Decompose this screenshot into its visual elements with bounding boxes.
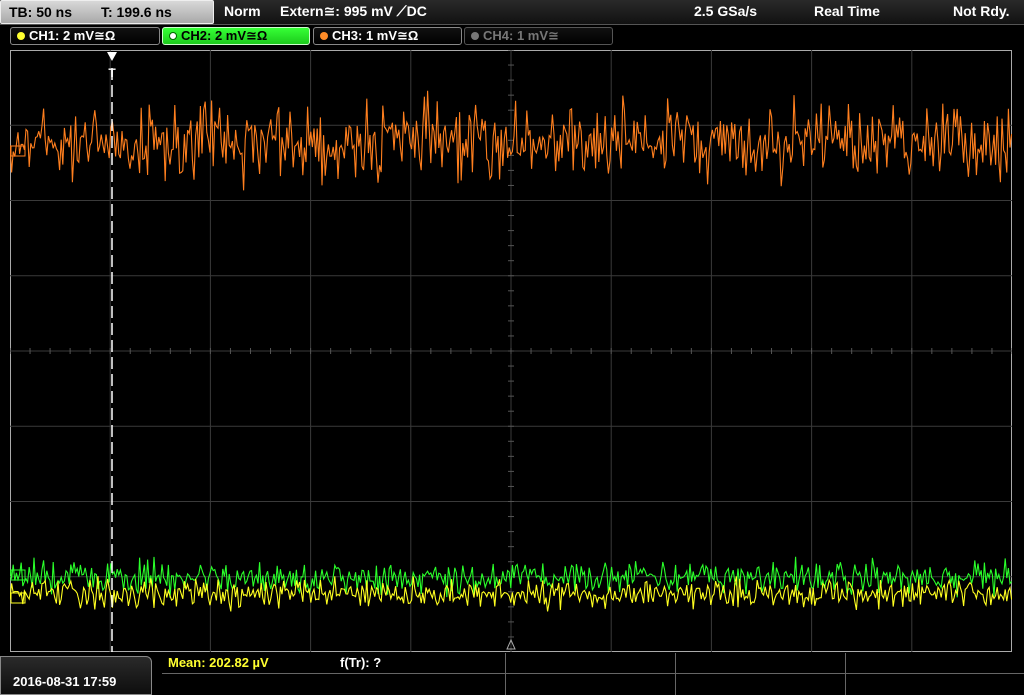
ch2-dot-icon	[169, 32, 177, 40]
tab-ch4-label: CH4: 1 mV≅	[483, 28, 559, 43]
waveform-canvas: T	[10, 50, 1012, 652]
trigger-source[interactable]: Extern≅: 995 mV ⟋DC	[280, 3, 427, 20]
status-bar: TB: 50 ns T: 199.6 ns Norm Extern≅: 995 …	[0, 0, 1024, 25]
acquisition-mode: Real Time	[814, 3, 880, 19]
tab-ch3-label: CH3: 1 mV≅Ω	[332, 28, 419, 43]
trigger-time-value: T: 199.6 ns	[101, 4, 172, 20]
trigger-label: T	[108, 66, 116, 80]
tab-ch1[interactable]: CH1: 2 mV≅Ω	[10, 27, 160, 45]
tab-ch2-label: CH2: 2 mV≅Ω	[181, 28, 268, 43]
timebase-value: TB: 50 ns	[9, 4, 73, 20]
datetime-box: 2016-08-31 17:59	[0, 656, 152, 695]
freq-measurement[interactable]: f(Tr): ?	[340, 655, 381, 670]
measurement-bar: Mean: 202.82 µV f(Tr): ?	[162, 653, 1024, 695]
trigger-arrow-icon[interactable]	[107, 52, 117, 61]
ch3-dot-icon	[320, 32, 328, 40]
tab-ch3[interactable]: CH3: 1 mV≅Ω	[313, 27, 462, 45]
ch4-dot-icon	[471, 32, 479, 40]
tab-ch4[interactable]: CH4: 1 mV≅	[464, 27, 613, 45]
ch1-dot-icon	[17, 32, 25, 40]
trigger-mode[interactable]: Norm	[224, 3, 261, 19]
tab-ch2[interactable]: CH2: 2 mV≅Ω	[162, 27, 310, 45]
timebase-box[interactable]: TB: 50 ns T: 199.6 ns	[0, 0, 214, 24]
graticule	[10, 50, 1012, 652]
tab-ch1-label: CH1: 2 mV≅Ω	[29, 28, 116, 43]
acquisition-state: Not Rdy.	[953, 3, 1010, 19]
sample-rate: 2.5 GSa/s	[694, 3, 758, 19]
datetime: 2016-08-31 17:59	[13, 674, 117, 689]
mean-measurement[interactable]: Mean: 202.82 µV	[168, 655, 269, 670]
